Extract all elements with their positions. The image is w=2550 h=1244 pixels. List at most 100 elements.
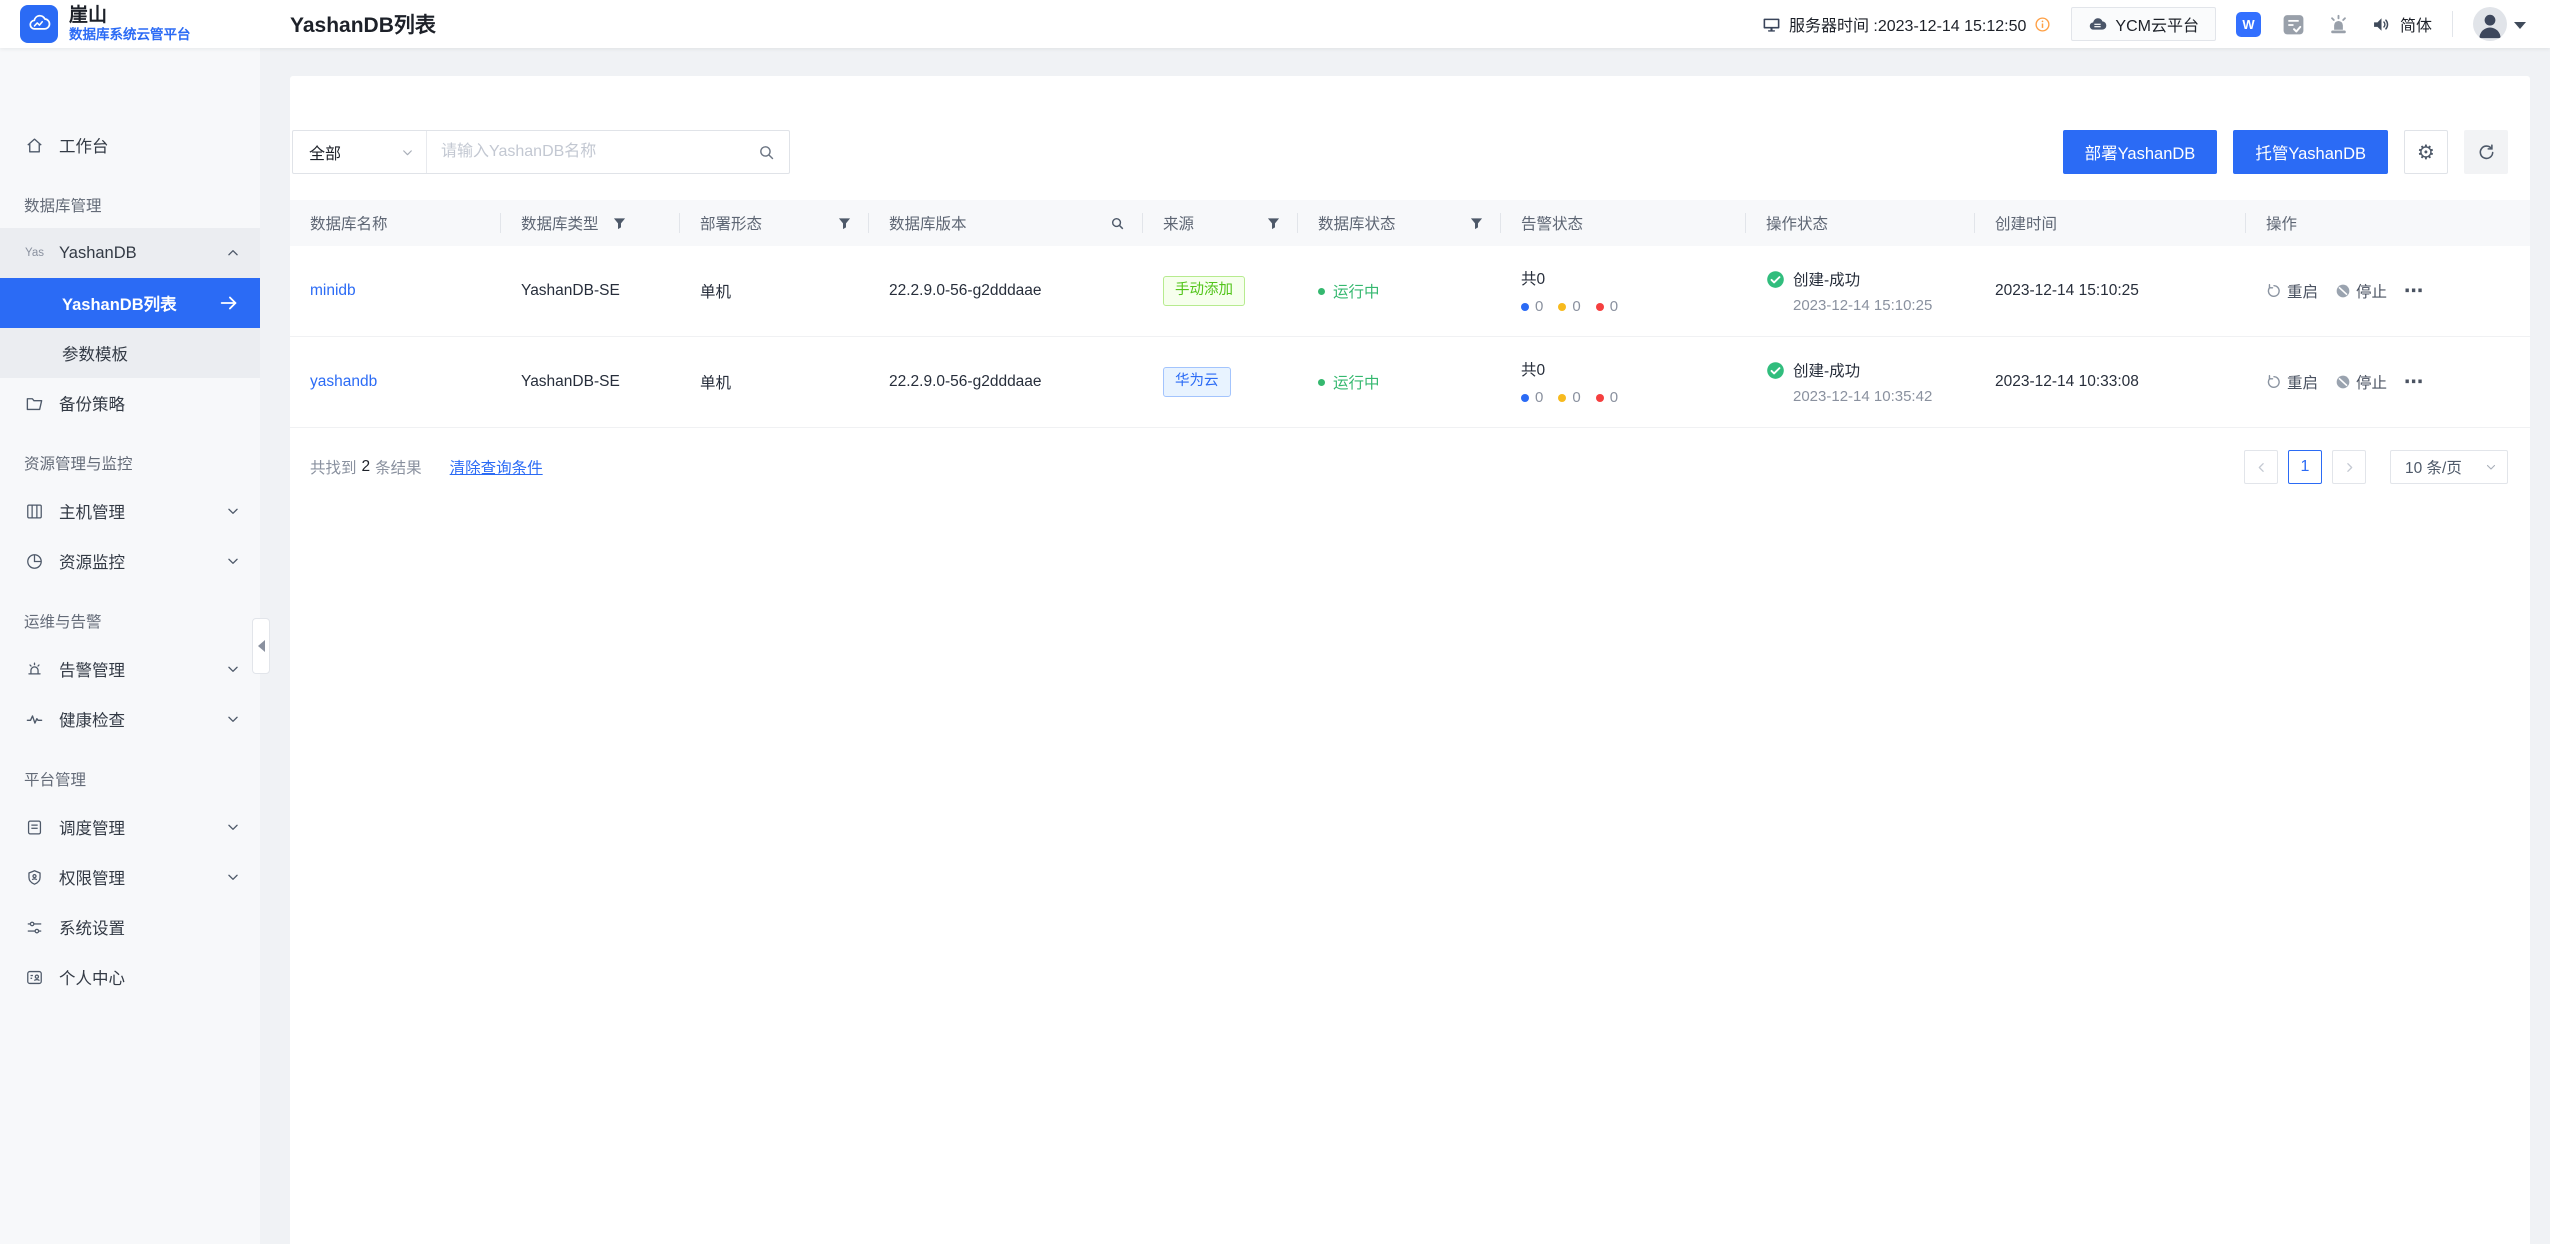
result-count: 2 [362, 458, 371, 476]
status-dot-icon [1318, 379, 1325, 386]
op-status-time: 2023-12-14 10:35:42 [1766, 388, 1957, 405]
alarm-orange-dot-icon [1558, 303, 1566, 311]
page-size-value: 10 条/页 [2405, 456, 2462, 478]
restart-button[interactable]: 重启 [2266, 371, 2318, 393]
search-input[interactable] [427, 131, 754, 173]
sidebar-item-param-template[interactable]: 参数模板 [0, 328, 260, 378]
sidebar-section-db: 数据库管理 [0, 186, 260, 228]
refresh-button[interactable] [2464, 130, 2508, 174]
column-header-deploy-mode: 部署形态 [680, 200, 869, 246]
sidebar-item-label: 告警管理 [59, 657, 125, 681]
cloud-db-icon [2088, 15, 2107, 34]
word-doc-icon[interactable]: W [2236, 12, 2261, 37]
column-header-op-status: 操作状态 [1746, 200, 1975, 246]
sidebar-item-health-check[interactable]: 健康检查 [0, 694, 260, 744]
db-version-cell: 22.2.9.0-56-g2dddaae [869, 373, 1143, 391]
ycm-platform-button[interactable]: YCM云平台 [2071, 7, 2216, 41]
column-header-actions: 操作 [2246, 200, 2530, 246]
restart-icon [2266, 283, 2282, 299]
column-header-db-version: 数据库版本 [869, 200, 1143, 246]
brand-subtitle: 数据库系统云管平台 [69, 27, 191, 43]
sidebar-group-label: YashanDB [59, 244, 137, 263]
db-name-link[interactable]: yashandb [310, 373, 377, 390]
sidebar-collapse-handle[interactable] [252, 618, 270, 674]
prev-page-button[interactable] [2244, 450, 2278, 484]
sidebar-item-system-settings[interactable]: 系统设置 [0, 902, 260, 952]
alarm-red-dot-icon [1596, 394, 1604, 402]
column-label: 数据库名称 [310, 212, 388, 234]
more-actions-button[interactable]: ⋯ [2404, 282, 2424, 301]
sidebar-item-perm-mgmt[interactable]: 权限管理 [0, 852, 260, 902]
user-menu[interactable] [2473, 7, 2526, 41]
sidebar-item-backup-policy[interactable]: 备份策略 [0, 378, 260, 428]
language-switcher[interactable]: 简体 [2371, 12, 2432, 36]
alarm-orange-count: 0 [1572, 389, 1580, 406]
sidebar-item-host-mgmt[interactable]: 主机管理 [0, 486, 260, 536]
filter-icon[interactable] [613, 217, 626, 230]
content-card: 全部 部署YashanDB 托管YashanDB [290, 76, 2530, 1244]
column-header-alarm-status: 告警状态 [1501, 200, 1746, 246]
filter-select-value: 全部 [309, 140, 341, 164]
info-icon[interactable] [2034, 16, 2051, 33]
alarm-counts: 0 0 0 [1521, 389, 1728, 406]
sidebar-item-label: YashanDB列表 [62, 291, 177, 315]
column-search-icon[interactable] [1110, 216, 1125, 231]
table-footer: 共找到 2 条结果 清除查询条件 1 10 [290, 428, 2530, 484]
sidebar-item-resource-monitor[interactable]: 资源监控 [0, 536, 260, 586]
stop-button[interactable]: 停止 [2335, 371, 2387, 393]
pagination: 1 10 条/页 [2244, 450, 2508, 484]
alarm-light-icon[interactable] [2326, 12, 2351, 37]
filter-select[interactable]: 全部 [293, 131, 427, 173]
restart-button[interactable]: 重启 [2266, 280, 2318, 302]
search-icon[interactable] [754, 144, 789, 161]
page-number-button[interactable]: 1 [2288, 450, 2322, 484]
notepad-check-icon[interactable] [2281, 12, 2306, 37]
sidebar-item-workbench[interactable]: 工作台 [0, 120, 260, 170]
toolbar-actions: 部署YashanDB 托管YashanDB ⚙ [2063, 130, 2508, 174]
server-time: 服务器时间 :2023-12-14 15:12:50 [1762, 12, 2051, 36]
clear-filters-link[interactable]: 清除查询条件 [450, 456, 543, 478]
sidebar-item-schedule-mgmt[interactable]: 调度管理 [0, 802, 260, 852]
stop-button[interactable]: 停止 [2335, 280, 2387, 302]
sidebar-group-yashandb-header[interactable]: Yas YashanDB [0, 228, 260, 278]
filter-icon[interactable] [1470, 217, 1483, 230]
column-settings-button[interactable]: ⚙ [2404, 130, 2448, 174]
language-label: 简体 [2400, 12, 2432, 36]
pulse-icon [24, 710, 45, 729]
filter-icon[interactable] [1267, 217, 1280, 230]
app-root: 崖山 数据库系统云管平台 YashanDB列表 服务器时间 :2023-12-1… [0, 0, 2550, 1244]
toolbar: 全部 部署YashanDB 托管YashanDB [290, 130, 2530, 174]
sidebar-item-yashandb-list[interactable]: YashanDB列表 [0, 278, 260, 328]
filter-icon[interactable] [838, 217, 851, 230]
column-label: 操作状态 [1766, 212, 1828, 234]
sidebar-item-label: 资源监控 [59, 549, 125, 573]
db-name-link[interactable]: minidb [310, 282, 356, 299]
brand-logo[interactable] [20, 5, 58, 43]
create-time-cell: 2023-12-14 15:10:25 [1975, 282, 2246, 300]
stop-icon [2335, 283, 2351, 299]
chevron-down-icon [226, 870, 240, 884]
op-status-cell: 创建-成功 2023-12-14 10:35:42 [1746, 359, 1975, 405]
sidebar-item-personal-center[interactable]: 个人中心 [0, 952, 260, 1002]
id-card-icon [24, 968, 45, 987]
folder-icon [24, 394, 45, 413]
alarm-total: 共0 [1521, 267, 1728, 289]
topbar-right: 服务器时间 :2023-12-14 15:12:50 [1762, 7, 2526, 41]
server-cabinet-icon [24, 502, 45, 521]
page-size-select[interactable]: 10 条/页 [2390, 450, 2508, 484]
sidebar-item-label: 备份策略 [59, 391, 125, 415]
more-actions-button[interactable]: ⋯ [2404, 373, 2424, 392]
db-type-cell: YashanDB-SE [501, 373, 680, 391]
check-circle-icon [1766, 270, 1785, 289]
deploy-yashandb-button[interactable]: 部署YashanDB [2063, 130, 2218, 174]
chevron-up-icon [226, 246, 240, 260]
manage-yashandb-button[interactable]: 托管YashanDB [2233, 130, 2388, 174]
column-label: 来源 [1163, 212, 1194, 234]
avatar [2473, 7, 2507, 41]
sidebar-item-alarm-mgmt[interactable]: 告警管理 [0, 644, 260, 694]
column-header-db-type: 数据库类型 [501, 200, 680, 246]
alarm-status-cell: 共0 0 0 0 [1501, 358, 1746, 406]
gear-icon: ⚙ [2417, 140, 2435, 165]
sidebar-section-resource: 资源管理与监控 [0, 444, 260, 486]
next-page-button[interactable] [2332, 450, 2366, 484]
